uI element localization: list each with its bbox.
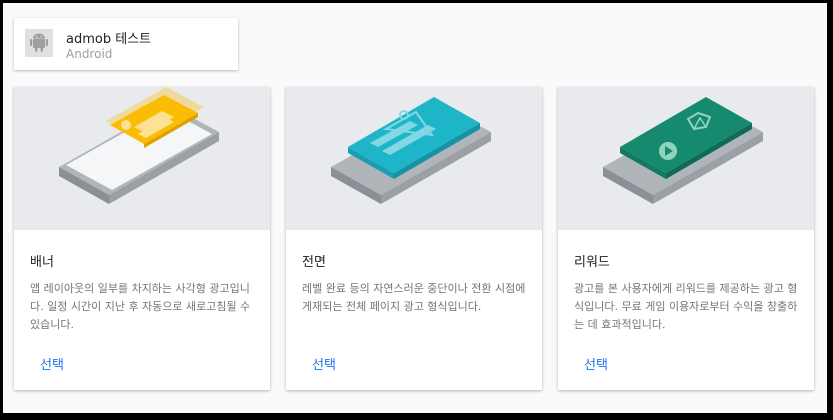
select-interstitial-button[interactable]: 선택: [312, 354, 336, 373]
interstitial-illustration: [286, 87, 542, 230]
card-description: 앱 레이아웃의 일부를 차지하는 사각형 광고입니다. 일정 시간이 지난 후 …: [30, 282, 251, 331]
android-icon: [25, 29, 53, 57]
rewarded-illustration: [558, 87, 814, 230]
ad-format-card-rewarded[interactable]: 리워드 광고를 본 사용자에게 리워드를 제공하는 광고 형식입니다. 무료 게…: [558, 87, 814, 390]
ad-format-selection-page: admob 테스트 Android 배너 앱 레이아웃의 일부를 차지하는 사각…: [3, 3, 827, 413]
ad-format-card-interstitial[interactable]: 전면 레벨 완료 등의 자연스러운 중단이나 전환 시점에 게재되는 전체 페이…: [286, 87, 542, 390]
banner-illustration: [14, 87, 270, 230]
card-title: 리워드: [574, 255, 610, 270]
app-name: admob 테스트: [66, 32, 152, 47]
card-title: 배너: [30, 255, 54, 270]
card-title: 전면: [302, 255, 326, 270]
app-chip[interactable]: admob 테스트 Android: [14, 18, 238, 70]
card-description: 광고를 본 사용자에게 리워드를 제공하는 광고 형식입니다. 무료 게임 이용…: [574, 282, 798, 331]
select-banner-button[interactable]: 선택: [40, 354, 64, 373]
card-description: 레벨 완료 등의 자연스러운 중단이나 전환 시점에 게재되는 전체 페이지 광…: [302, 282, 526, 313]
select-rewarded-button[interactable]: 선택: [584, 354, 608, 373]
ad-format-card-banner[interactable]: 배너 앱 레이아웃의 일부를 차지하는 사각형 광고입니다. 일정 시간이 지난…: [14, 87, 270, 390]
app-platform: Android: [66, 47, 113, 61]
